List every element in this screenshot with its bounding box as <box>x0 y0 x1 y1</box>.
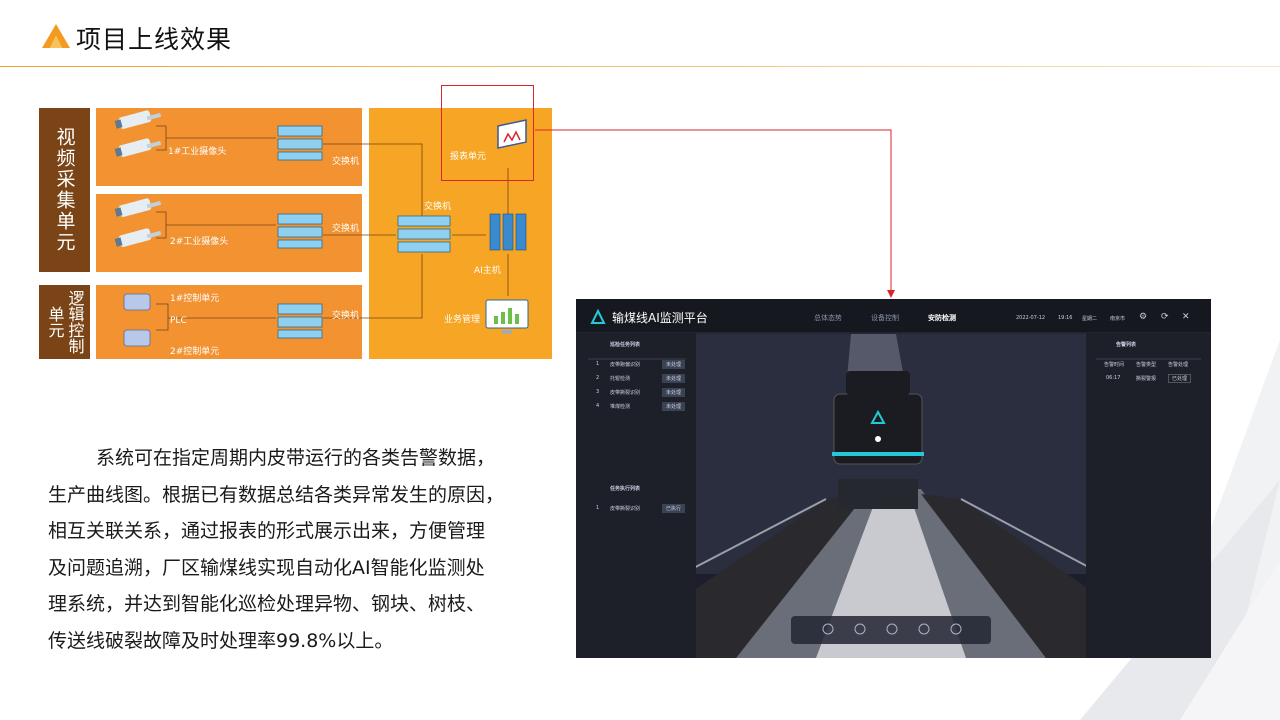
description-line: 理系统，并达到智能化巡检处理异物、钢块、树枝、 <box>48 593 486 615</box>
exec-panel-title: 任务执行列表 <box>610 486 641 492</box>
alarm-col-time: 告警时间 <box>1104 362 1125 368</box>
task-name: 堆煤检测 <box>610 404 631 410</box>
date-display: 2022-07-12 <box>1016 315 1046 321</box>
task-button[interactable]: 未处理 <box>662 374 686 383</box>
task-name: 托辊检测 <box>610 376 631 382</box>
refresh-icon[interactable]: ⟳ <box>1161 312 1169 322</box>
close-icon[interactable]: ✕ <box>1182 312 1190 322</box>
location-display: 南京市 <box>1110 316 1126 322</box>
exec-button[interactable]: 已执行 <box>662 504 686 513</box>
time-display: 19:16 <box>1058 315 1073 321</box>
tab-device-control[interactable]: 设备控制 <box>871 313 899 323</box>
description-line: 系统可在指定周期内皮带运行的各类告警数据， <box>96 447 496 469</box>
description-text: 系统可在指定周期内皮带运行的各类告警数据， 生产曲线图。根据已有数据总结各类异常… <box>48 440 568 659</box>
task-button[interactable]: 未处理 <box>662 402 686 411</box>
weekday-display: 星期二 <box>1082 316 1098 322</box>
exec-no: 1 <box>596 505 600 511</box>
tab-security[interactable]: 安防检测 <box>928 313 956 323</box>
platform-title: 输煤线AI监测平台 <box>612 311 708 325</box>
left-panel-title: 巡检任务列表 <box>610 342 641 348</box>
task-no: 4 <box>596 403 600 409</box>
platform-screenshot: 输煤线AI监测平台 总体态势 设备控制 安防检测 2022-07-12 19:1… <box>576 299 1211 658</box>
alarm-col-type: 告警类型 <box>1136 362 1157 368</box>
description-line: 及问题追溯，厂区输煤线实现自动化AI智能化监测处 <box>48 556 485 579</box>
task-name: 皮带跑偏识别 <box>610 362 641 368</box>
description-line: 生产曲线图。根据已有数据总结各类异常发生的原因， <box>48 483 505 506</box>
description-line: 传送线破裂故障及时处理率99.8%以上。 <box>48 629 394 652</box>
description-line: 相互关联关系，通过报表的形式展示出来，方便管理 <box>48 520 486 542</box>
exec-name: 皮带撕裂识别 <box>610 506 641 512</box>
task-no: 1 <box>596 361 600 367</box>
alarm-col-status: 告警处理 <box>1168 362 1189 368</box>
settings-icon[interactable]: ⚙ <box>1139 312 1147 322</box>
alarm-type: 撕裂警报 <box>1136 376 1157 382</box>
platform-scene <box>576 299 1211 658</box>
task-button[interactable]: 未处理 <box>662 360 686 369</box>
alarm-time: 06:17 <box>1106 375 1121 381</box>
task-name: 皮带撕裂识别 <box>610 390 641 396</box>
alarm-status[interactable]: 已处理 <box>1168 374 1192 383</box>
tab-overview[interactable]: 总体态势 <box>814 313 842 323</box>
task-button[interactable]: 未处理 <box>662 388 686 397</box>
right-panel-title: 告警列表 <box>1116 342 1137 348</box>
task-no: 3 <box>596 389 600 395</box>
task-no: 2 <box>596 375 600 381</box>
